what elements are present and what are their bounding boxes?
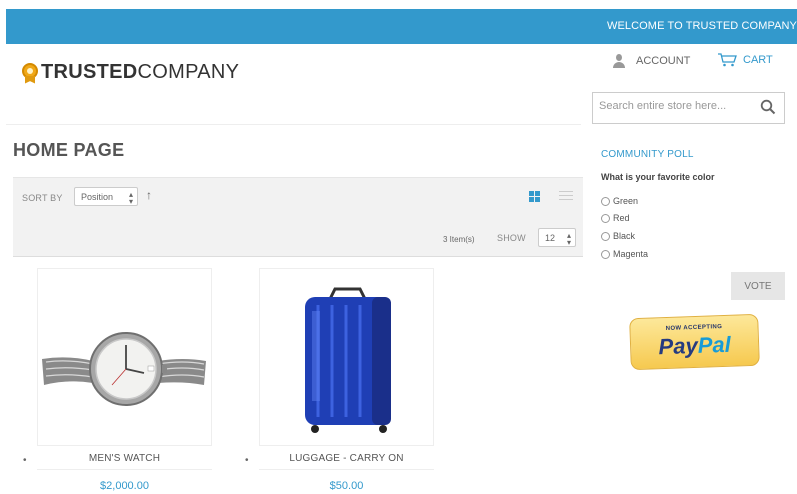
cart-icon — [718, 53, 737, 67]
product-image-luggage[interactable] — [259, 268, 434, 446]
product-divider — [37, 469, 212, 470]
sort-by-select[interactable]: Position ▴ ▾ — [74, 187, 138, 206]
paypal-badge: NOW ACCEPTING PayPal — [629, 313, 760, 371]
select-arrows-icon: ▴ ▾ — [128, 190, 133, 206]
top-welcome-bar: WELCOME TO TRUSTED COMPANY — [6, 9, 797, 44]
radio-button[interactable] — [601, 196, 610, 206]
poll-option-red[interactable]: Red — [601, 213, 630, 223]
product-toolbar: SORT BY Position ▴ ▾ ↑ 3 Item(s) SHOW 12 … — [13, 177, 583, 257]
radio-button[interactable] — [601, 231, 610, 241]
page-title: HOME PAGE — [13, 140, 125, 160]
cart-label: CART — [743, 54, 773, 66]
product-bullet: • — [245, 455, 249, 466]
product-image-watch[interactable] — [37, 268, 212, 446]
poll-option-green[interactable]: Green — [601, 196, 638, 206]
product-divider — [259, 469, 434, 470]
watch-image — [42, 332, 206, 406]
sort-by-label: SORT BY — [22, 193, 63, 203]
radio-button[interactable] — [601, 249, 610, 259]
items-count: 3 Item(s) — [443, 235, 475, 244]
poll-question: What is your favorite color — [601, 172, 715, 182]
search-icon[interactable] — [760, 99, 776, 115]
header-divider — [6, 124, 581, 125]
sort-direction-icon[interactable]: ↑ — [146, 188, 152, 202]
radio-button[interactable] — [601, 213, 610, 223]
site-logo[interactable]: TRUSTEDCOMPANY — [22, 61, 239, 84]
cart-link[interactable]: CART — [717, 53, 773, 67]
luggage-image — [305, 287, 391, 433]
list-view-icon[interactable] — [559, 191, 573, 202]
product-price: $50.00 — [329, 480, 364, 492]
poll-option-magenta[interactable]: Magenta — [601, 249, 648, 259]
product-price: $2,000.00 — [100, 480, 149, 492]
grid-view-icon[interactable] — [529, 191, 540, 202]
select-arrows-icon: ▴ ▾ — [566, 231, 571, 247]
show-per-page-select[interactable]: 12 ▴ ▾ — [538, 228, 576, 247]
welcome-message: WELCOME TO TRUSTED COMPANY — [606, 20, 797, 32]
search-box — [592, 92, 785, 124]
account-link[interactable]: ACCOUNT — [612, 54, 690, 68]
show-label: SHOW — [497, 233, 526, 243]
search-input[interactable] — [599, 100, 749, 112]
account-label: ACCOUNT — [636, 55, 691, 67]
paypal-logo: PayPal — [658, 331, 732, 360]
poll-title: COMMUNITY POLL — [601, 149, 694, 160]
product-name[interactable]: MEN'S WATCH — [37, 453, 212, 464]
user-icon — [612, 54, 626, 68]
logo-text: TRUSTEDCOMPANY — [41, 61, 240, 83]
award-badge-icon — [22, 62, 38, 84]
poll-option-black[interactable]: Black — [601, 231, 635, 241]
vote-button[interactable]: VOTE — [731, 272, 785, 300]
product-bullet: • — [23, 455, 27, 466]
product-name[interactable]: LUGGAGE - CARRY ON — [259, 453, 434, 464]
